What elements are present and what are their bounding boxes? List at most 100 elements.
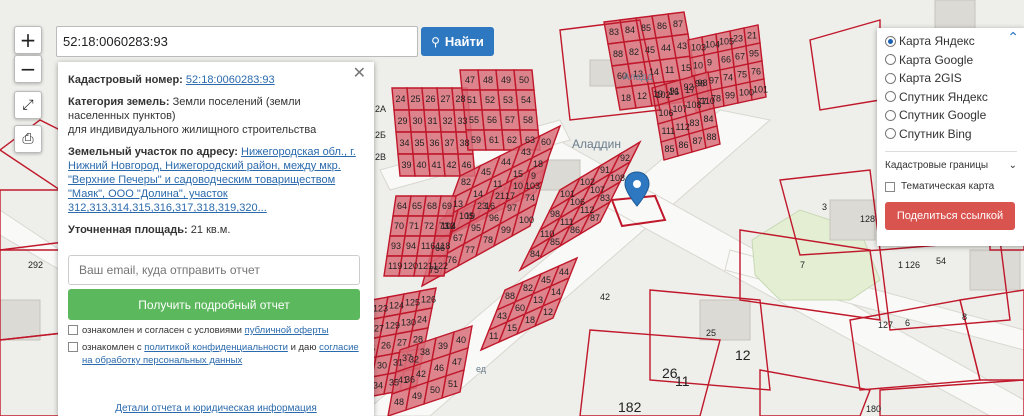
basemap-option[interactable]: Карта Яндекс	[885, 32, 1017, 51]
parcel-number: 74	[525, 193, 535, 203]
plus-icon: +	[19, 28, 37, 52]
parcel-number: 45	[481, 167, 491, 177]
get-report-button[interactable]: Получить подробный отчет	[68, 289, 360, 320]
parcel-number: 92	[620, 153, 630, 163]
parcel-number: 123	[373, 304, 388, 314]
parcel-label: 6	[905, 318, 910, 328]
radio-button[interactable]	[885, 91, 896, 103]
parcel-number: 27	[441, 94, 451, 104]
offer-checkbox[interactable]	[68, 325, 78, 335]
parcel-number: 100	[519, 215, 534, 225]
parcel-label: 128	[860, 214, 875, 224]
radio-button[interactable]	[885, 35, 896, 47]
parcel-number: 34	[373, 381, 383, 391]
thematic-map-toggle[interactable]: Тематическая карта	[885, 181, 1017, 192]
basemap-option[interactable]: Спутник Яндекс	[885, 88, 1017, 107]
privacy-checkbox[interactable]	[68, 342, 78, 352]
parcel-number: 86	[570, 225, 580, 235]
basemap-option[interactable]: Спутник Google	[885, 106, 1017, 125]
basemap-option[interactable]: Спутник Bing	[885, 125, 1017, 144]
public-offer-link[interactable]: публичной оферты	[245, 325, 329, 336]
parcel-number: 111	[662, 126, 676, 136]
zoom-in-button[interactable]: +	[14, 26, 42, 54]
thematic-checkbox[interactable]	[885, 182, 895, 192]
parcel-number: 39	[402, 160, 412, 170]
find-button-label: Найти	[444, 34, 484, 49]
share-link-button[interactable]: Поделиться ссылкой	[885, 202, 1015, 230]
parcel-number: 30	[377, 361, 387, 371]
parcel-number: 61	[489, 135, 499, 145]
parcel-number: 34	[400, 138, 410, 148]
basemap-option[interactable]: Карта 2GIS	[885, 69, 1017, 88]
parcel-number: 13	[533, 295, 543, 305]
parcel-number: 56	[487, 115, 497, 125]
parcel-label: 2А	[375, 104, 386, 114]
parcel-number: 17	[505, 191, 515, 201]
parcel-label: 7	[800, 260, 805, 270]
search-input[interactable]	[56, 26, 418, 57]
parcel-number: 9	[531, 171, 536, 181]
parcel-label: 180	[866, 404, 881, 414]
parcel-number: 77	[465, 245, 475, 255]
privacy-policy-link[interactable]: политикой конфиденциальности	[144, 342, 288, 353]
parcel-label: 8	[962, 312, 967, 322]
parcel-number: 10	[693, 61, 703, 71]
parcel-number: 72	[424, 221, 434, 231]
parcel-number: 129	[385, 321, 400, 331]
radio-button[interactable]	[885, 72, 896, 84]
parcel-number: 47	[465, 75, 475, 85]
printer-icon: ⎙	[22, 131, 34, 147]
parcel-number: 38	[460, 138, 470, 148]
parcel-number: 85	[550, 237, 560, 247]
parcel-number: 18	[621, 93, 631, 103]
fullscreen-button[interactable]: ⤢	[14, 91, 42, 119]
parcel-number: 88	[707, 132, 717, 142]
close-icon[interactable]: ✕	[353, 65, 366, 81]
email-field[interactable]	[68, 255, 360, 285]
parcel-number: 24	[396, 94, 406, 104]
parcel-number: 71	[409, 221, 419, 231]
parcel-number: 37	[402, 353, 412, 363]
radio-button[interactable]	[885, 109, 896, 121]
building	[0, 299, 41, 341]
basemap-option[interactable]: Карта Google	[885, 51, 1017, 70]
parcel-number: 95	[471, 223, 481, 233]
parcel-number: 118	[436, 241, 450, 251]
parcel-number: 67	[735, 52, 745, 62]
basemap-option-label: Карта Яндекс	[899, 34, 975, 49]
parcel-number: 82	[629, 47, 639, 57]
print-button[interactable]: ⎙	[14, 125, 42, 153]
cadastral-number-link[interactable]: 52:18:0060283:93	[186, 74, 275, 86]
parcel-label: 2Б	[375, 130, 386, 140]
parcel-number: 122	[433, 261, 448, 271]
parcel-number: 28	[456, 94, 466, 104]
parcel-number: 40	[417, 160, 427, 170]
parcel-number: 87	[693, 136, 703, 146]
find-button[interactable]: ⚲ Найти	[421, 27, 494, 56]
radio-button[interactable]	[885, 128, 896, 140]
parcel-number: 70	[394, 221, 404, 231]
layers-panel: ⌃ Карта Яндекс Карта Google Карта 2GIS Спут…	[877, 28, 1024, 246]
report-details-link[interactable]: Детали отчета и юридическая информация	[58, 402, 374, 416]
radio-button[interactable]	[885, 54, 896, 66]
parcel-number: 73	[439, 221, 449, 231]
parcel-number: 82	[523, 283, 533, 293]
parcel-number: 85	[665, 144, 675, 154]
address-label: Земельный участок по адресу:	[68, 146, 238, 158]
parcel-info-panel: ✕ Кадастровый номер: 52:18:0060283:93 Ка…	[58, 62, 374, 416]
parcel-number: 41	[432, 160, 442, 170]
layer-select[interactable]: Кадастровые границы ⌄	[885, 151, 1017, 171]
parcel-number: 15	[513, 169, 523, 179]
parcel-number: 46	[434, 363, 444, 373]
parcel-label: 11	[675, 373, 690, 389]
zoom-out-button[interactable]: −	[14, 55, 42, 83]
chevron-up-icon[interactable]: ⌃	[1007, 30, 1019, 46]
area-label: Уточненная площадь:	[68, 224, 188, 236]
parcel-number: 74	[723, 73, 733, 83]
parcel-number: 21	[747, 31, 757, 41]
parcel-number: 18	[525, 315, 535, 325]
parcel-number: 105	[459, 211, 474, 221]
parcel-number: 32	[443, 116, 453, 126]
parcel-number: 57	[505, 115, 515, 125]
parcel-number: 93	[391, 241, 401, 251]
